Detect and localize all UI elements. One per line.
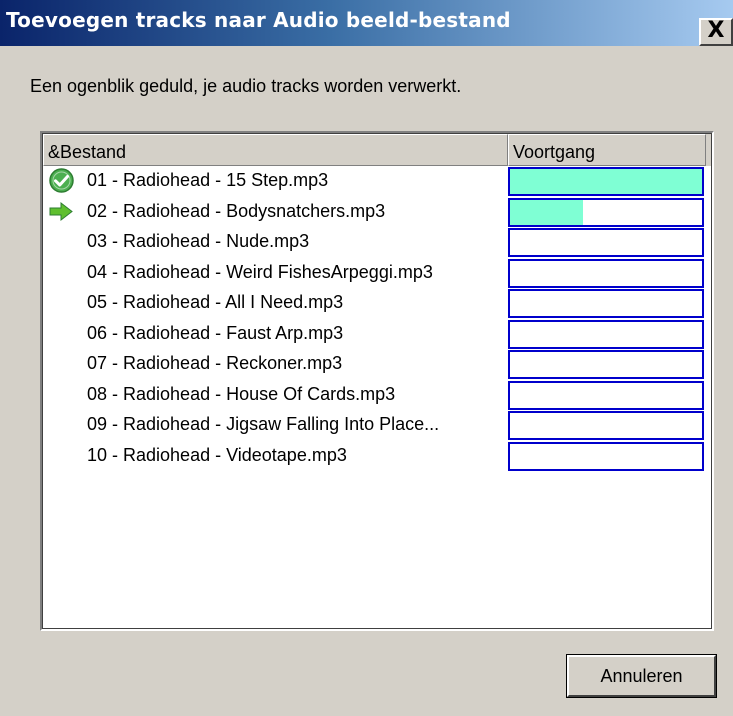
table-row[interactable]: 06 - Radiohead - Faust Arp.mp3 [43,319,708,349]
dialog-window: Toevoegen tracks naar Audio beeld-bestan… [0,0,733,716]
table-row[interactable]: 09 - Radiohead - Jigsaw Falling Into Pla… [43,411,708,440]
column-header-file[interactable]: &Bestand [43,134,508,166]
column-header-progress[interactable]: Voortgang [508,134,706,166]
status-icon-empty [48,381,75,408]
progress-fill [510,199,583,225]
track-name: 04 - Radiohead - Weird FishesArpeggi.mp3 [87,261,433,282]
arrow-right-icon [48,198,75,225]
track-name: 05 - Radiohead - All I Need.mp3 [87,292,344,312]
track-name: 09 - Radiohead - Jigsaw Falling Into Pla… [87,414,440,434]
table-row[interactable]: 08 - Radiohead - House Of Cards.mp3 [43,380,708,410]
table-row[interactable]: 03 - Radiohead - Nude.mp3 [43,228,708,257]
track-list-body: &Bestand Voortgang 01 - Radiohead - 15 S… [43,134,711,628]
progress-bar [508,228,704,257]
track-name: 08 - Radiohead - House Of Cards.mp3 [87,383,396,404]
status-icon-empty [48,259,75,286]
table-row[interactable]: 10 - Radiohead - Videotape.mp3 [43,441,708,471]
track-list[interactable]: &Bestand Voortgang 01 - Radiohead - 15 S… [40,131,714,631]
window-title: Toevoegen tracks naar Audio beeld-bestan… [6,8,511,32]
check-circle-icon [48,167,75,194]
list-header: &Bestand Voortgang [43,134,711,166]
progress-bar [508,441,704,471]
status-icon-empty [48,442,75,469]
progress-bar [508,289,704,318]
track-name: 06 - Radiohead - Faust Arp.mp3 [87,322,344,343]
table-row[interactable]: 01 - Radiohead - 15 Step.mp3 [43,167,708,196]
progress-fill [510,169,702,194]
progress-bar [508,350,704,379]
status-icon-empty [48,228,75,255]
track-name: 03 - Radiohead - Nude.mp3 [87,231,310,251]
title-bar[interactable]: Toevoegen tracks naar Audio beeld-bestan… [0,0,733,46]
cancel-button[interactable]: Annuleren [566,654,717,698]
progress-bar [508,197,704,227]
table-row[interactable]: 07 - Radiohead - Reckoner.mp3 [43,350,708,379]
track-name: 02 - Radiohead - Bodysnatchers.mp3 [87,200,386,221]
status-icon-empty [48,320,75,347]
track-name: 01 - Radiohead - 15 Step.mp3 [87,170,329,190]
table-row[interactable]: 04 - Radiohead - Weird FishesArpeggi.mp3 [43,258,708,288]
table-row[interactable]: 05 - Radiohead - All I Need.mp3 [43,289,708,318]
progress-bar [508,167,704,196]
status-message: Een ogenblik geduld, je audio tracks wor… [30,76,462,96]
track-name: 07 - Radiohead - Reckoner.mp3 [87,353,343,373]
close-button[interactable]: X [699,18,733,46]
progress-bar [508,380,704,410]
status-icon-empty [48,411,75,438]
status-icon-empty [48,350,75,377]
progress-bar [508,411,704,440]
track-name: 10 - Radiohead - Videotape.mp3 [87,444,347,465]
progress-bar [508,258,704,288]
progress-bar [508,319,704,349]
status-icon-empty [48,289,75,316]
table-row[interactable]: 02 - Radiohead - Bodysnatchers.mp3 [43,197,708,227]
